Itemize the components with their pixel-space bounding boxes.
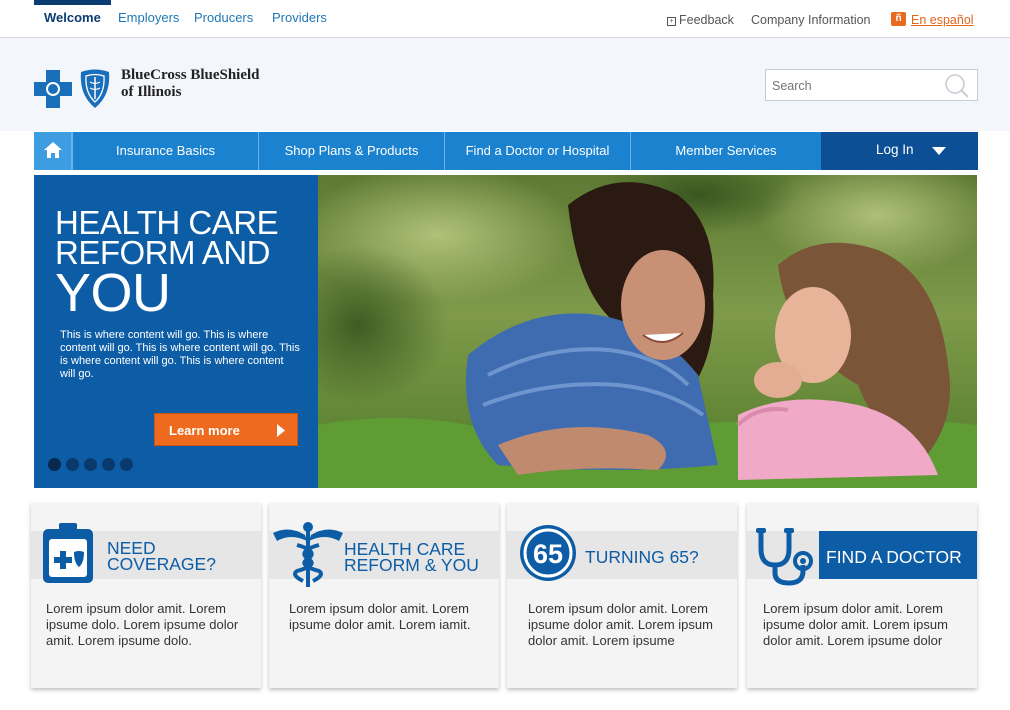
carousel-dot[interactable] [102, 458, 115, 471]
card-title: TURNING 65? [585, 547, 699, 567]
carousel-dot[interactable] [66, 458, 79, 471]
card-body-text: Lorem ipsum dolor amit. Lorem ipsume dol… [763, 601, 948, 648]
card-need-coverage[interactable]: NEED COVERAGE? Lorem ipsum dolor amit. L… [31, 503, 261, 688]
nav-member-services[interactable]: Member Services [630, 132, 821, 170]
hero-body-text: This is where content will go. This is w… [60, 329, 300, 380]
brand-line-1: BlueCross BlueShield [121, 67, 260, 83]
card-title: HEALTH CARE REFORM & YOU [344, 540, 479, 575]
hero-photo [318, 175, 977, 488]
login-dropdown[interactable]: Log In [821, 132, 978, 170]
nav-insurance-basics[interactable]: Insurance Basics [72, 132, 258, 170]
hero-title-line-3: YOU [55, 263, 171, 323]
tab-producers[interactable]: Producers [194, 0, 253, 38]
learn-more-button[interactable]: Learn more [154, 413, 298, 446]
blue-cross-logo-icon[interactable] [34, 70, 72, 108]
feedback-icon: + [667, 17, 676, 26]
nav-find-doctor[interactable]: Find a Doctor or Hospital [444, 132, 630, 170]
spanish-language-icon: ñ [891, 12, 906, 26]
arrow-right-icon [277, 424, 285, 437]
carousel-dot[interactable] [120, 458, 133, 471]
card-body-text: Lorem ipsum dolor amit. Lorem ipsume dol… [528, 601, 713, 648]
card-title-line-2: REFORM & YOU [344, 555, 479, 575]
brand-line-2: of Illinois [121, 84, 182, 100]
top-utility-bar: Welcome Employers Producers Providers + F… [0, 0, 1010, 38]
carousel-dot[interactable] [84, 458, 97, 471]
en-espanol-link[interactable]: En español [911, 13, 974, 27]
age-65-badge-icon: 65 [520, 525, 576, 581]
nav-shop-plans[interactable]: Shop Plans & Products [258, 132, 444, 170]
home-icon [44, 142, 62, 158]
chevron-down-icon [932, 147, 946, 155]
card-body-text: Lorem ipsum dolor amit. Lorem ipsume dol… [289, 601, 471, 632]
card-body-text: Lorem ipsum dolor amit. Lorem ipsume dol… [46, 601, 239, 648]
brand-name[interactable]: BlueCross BlueShield of Illinois [121, 67, 260, 101]
tab-providers[interactable]: Providers [272, 0, 327, 38]
search-input[interactable] [772, 77, 942, 95]
tab-employers[interactable]: Employers [118, 0, 179, 38]
age-badge-text: 65 [533, 539, 563, 569]
hero-title: HEALTH CARE REFORM AND YOU [55, 206, 279, 323]
hero-panel: HEALTH CARE REFORM AND YOU This is where… [34, 175, 318, 488]
company-information-link[interactable]: Company Information [751, 13, 871, 27]
home-button[interactable] [34, 132, 72, 170]
card-turning-65[interactable]: 65 TURNING 65? Lorem ipsum dolor amit. L… [507, 503, 737, 688]
search-icon[interactable] [944, 73, 970, 99]
carousel-dot[interactable] [48, 458, 61, 471]
feedback-link[interactable]: + Feedback [667, 13, 734, 27]
card-title-line-2: COVERAGE? [107, 554, 216, 574]
card-health-care-reform[interactable]: HEALTH CARE REFORM & YOU Lorem ipsum dol… [269, 503, 499, 688]
tab-welcome[interactable]: Welcome [34, 0, 111, 38]
blue-shield-logo-icon[interactable] [78, 69, 112, 109]
card-find-a-doctor[interactable]: FIND A DOCTOR Lorem ipsum dolor amit. Lo… [747, 503, 977, 688]
learn-more-label: Learn more [169, 423, 240, 438]
clipboard-medical-icon [43, 523, 93, 583]
login-label: Log In [876, 142, 914, 157]
feedback-label: Feedback [679, 13, 734, 27]
card-title: FIND A DOCTOR [826, 547, 962, 567]
caduceus-icon [273, 522, 343, 587]
stethoscope-icon [756, 528, 813, 586]
main-navigation: Insurance Basics Shop Plans & Products F… [34, 132, 978, 170]
carousel-dots [48, 458, 138, 476]
card-title: NEED COVERAGE? [107, 539, 216, 574]
